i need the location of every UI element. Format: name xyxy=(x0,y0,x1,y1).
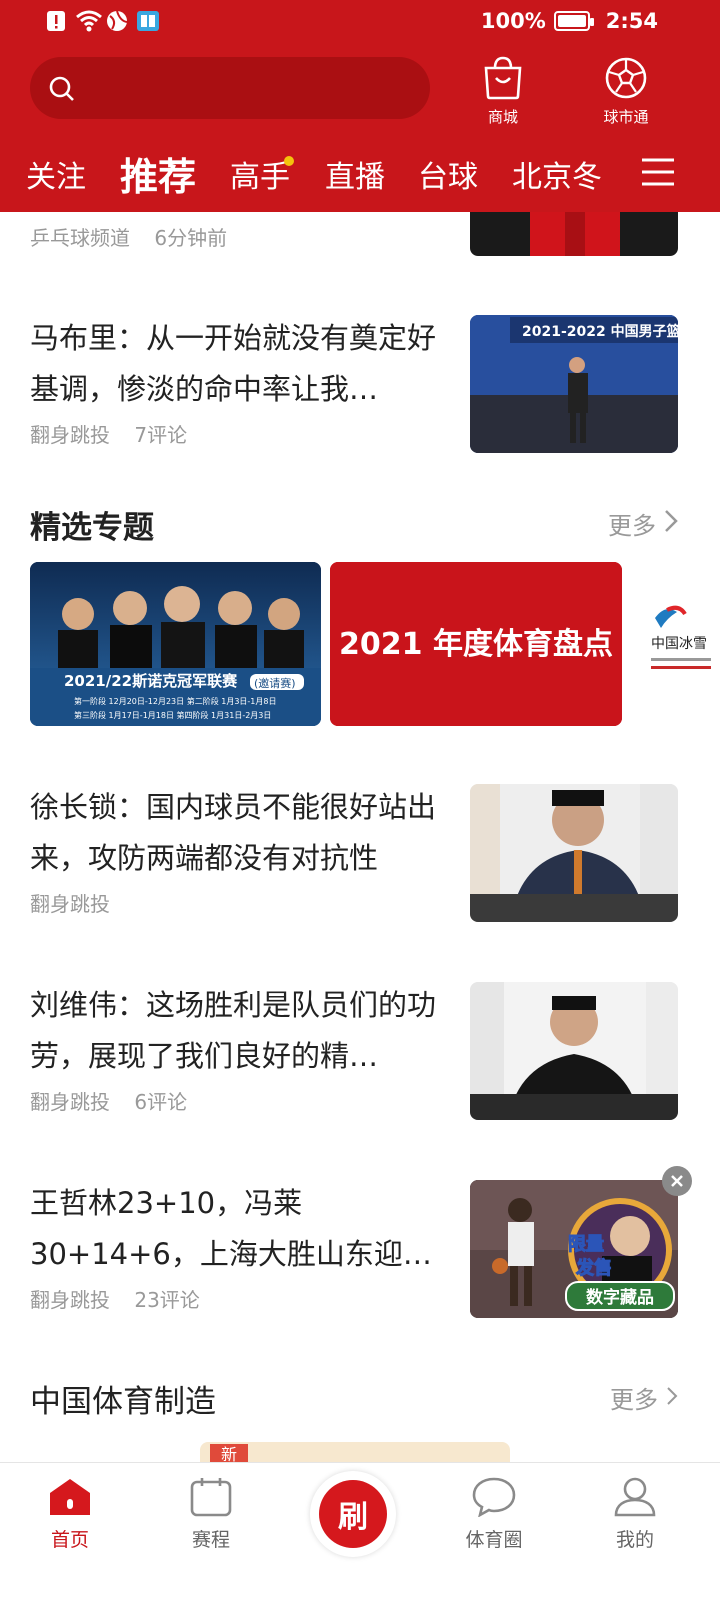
tab-experts[interactable]: 高手 xyxy=(230,152,294,196)
market-label: 球市通 xyxy=(603,108,649,126)
topic-title: 2021 年度体育盘点 xyxy=(339,627,613,662)
more-label: 更多 xyxy=(610,1386,658,1414)
item-meta: 翻身跳投 6评论 xyxy=(30,1086,187,1115)
item-title: 王哲林23+10，冯莱30+14+6，上海大胜山东迎… xyxy=(30,1186,432,1271)
item-thumbnail xyxy=(470,784,678,922)
item-title: 马布里：从一开始就没有奠定好基调，惨淡的命中率让我… xyxy=(30,321,437,406)
list-item[interactable]: 马布里：从一开始就没有奠定好基调，惨淡的命中率让我… 翻身跳投 7评论 2021… xyxy=(30,313,678,453)
list-item[interactable]: 徐长锁：国内球员不能很好站出来，攻防两端都没有对抗性 翻身跳投 xyxy=(30,782,678,922)
ad-badge: 数字藏品 xyxy=(586,1287,654,1308)
soccer-ball-icon xyxy=(604,57,648,104)
status-bar: 100% 2:54 xyxy=(0,0,720,48)
tab-recommend[interactable]: 推荐 xyxy=(120,146,196,201)
topic-card-winter[interactable]: 中国冰雪 xyxy=(631,562,720,726)
list-item[interactable]: 刘维伟：这场胜利是队员们的功劳，展现了我们良好的精… 翻身跳投 6评论 xyxy=(30,980,678,1120)
topic-schedule-row1: 第一阶段 12月20日-12月23日 第二阶段 1月3日-1月8日 xyxy=(74,696,276,706)
tab-billiards[interactable]: 台球 xyxy=(418,152,478,196)
item-time: 6分钟前 xyxy=(154,226,228,250)
shopping-bag-icon xyxy=(482,56,524,104)
battery-icon xyxy=(553,11,594,31)
alert-icon xyxy=(46,10,68,32)
more-link[interactable]: 更多 xyxy=(608,506,678,541)
close-icon[interactable] xyxy=(662,1166,692,1196)
nav-community-label: 体育圈 xyxy=(465,1529,523,1551)
topic-card-snooker[interactable]: 2021/22斯诺克冠军联赛 (邀请赛) 第一阶段 12月20日-12月23日 … xyxy=(30,562,321,726)
list-item[interactable]: 王哲林23+10，冯莱30+14+6，上海大胜山东迎… 翻身跳投 23评论 限量… xyxy=(30,1166,692,1318)
item-thumbnail xyxy=(470,982,678,1120)
section-title: 精选专题 xyxy=(30,510,154,546)
made-in-china-header: 中国体育制造 更多 xyxy=(30,1376,678,1420)
market-button[interactable]: 球市通 xyxy=(591,56,661,127)
shop-label: 商城 xyxy=(487,108,518,126)
item-comments: 23评论 xyxy=(134,1288,200,1312)
app-screen: 乒乓球频道 6分钟前 马布里：从一开始就没有奠定好基调，惨淡的命中率让我… 翻身… xyxy=(0,0,720,1600)
item-thumbnail: 2021-2022 中国男子篮球 xyxy=(470,315,678,453)
topic-title: 2021/22斯诺克冠军联赛 xyxy=(64,672,238,690)
home-icon xyxy=(48,1479,92,1521)
item-meta: 翻身跳投 xyxy=(30,888,110,917)
nav-refresh-label: 刷 xyxy=(319,1480,387,1548)
nav-profile-label: 我的 xyxy=(615,1529,654,1551)
search-bar[interactable] xyxy=(30,57,430,119)
tab-live[interactable]: 直播 xyxy=(325,152,385,196)
shop-button[interactable]: 商城 xyxy=(468,56,538,127)
channel-tabs: 关注 推荐 高手 直播 台球 北京冬 xyxy=(0,140,720,204)
section-title: 中国体育制造 xyxy=(30,1384,216,1420)
topic-schedule-row2: 第三阶段 1月17日-1月18日 第四阶段 1月31日-2月3日 xyxy=(74,710,271,720)
ad-thumbnail[interactable]: 限量 发售 数字藏品 xyxy=(470,1180,678,1318)
featured-carousel[interactable]: 2021/22斯诺克冠军联赛 (邀请赛) 第一阶段 12月20日-12月23日 … xyxy=(30,562,720,726)
search-icon xyxy=(48,75,76,107)
status-icons xyxy=(46,10,159,32)
featured-section-header: 精选专题 更多 xyxy=(30,502,678,546)
more-link[interactable]: 更多 xyxy=(610,1380,678,1415)
topic-card-year-review[interactable]: 2021 年度体育盘点 xyxy=(330,562,622,726)
item-meta: 乒乓球频道 6分钟前 xyxy=(30,222,227,251)
topic-title: 中国冰雪 xyxy=(651,636,707,652)
app-header: 100% 2:54 商城 球市通 关注 推荐 高手 直播 台球 北京冬 xyxy=(0,0,720,212)
tab-beijing-winter[interactable]: 北京冬 xyxy=(512,152,608,196)
item-meta: 翻身跳投 7评论 xyxy=(30,419,187,448)
item-source: 翻身跳投 xyxy=(30,423,110,447)
battery-percent: 100% xyxy=(480,9,546,33)
nav-home-label: 首页 xyxy=(50,1529,89,1551)
book-icon xyxy=(136,10,159,32)
tab-experts-label: 高手 xyxy=(230,160,290,195)
thumb-banner-text: 2021-2022 中国男子篮球 xyxy=(522,323,678,340)
item-source: 翻身跳投 xyxy=(30,1288,110,1312)
user-icon xyxy=(614,1477,656,1521)
nav-community[interactable]: 体育圈 xyxy=(444,1477,544,1552)
ball-icon xyxy=(106,10,128,32)
chat-bubble-icon xyxy=(472,1477,516,1521)
status-right: 100% 2:54 xyxy=(481,9,658,33)
bottom-nav: 首页 赛程 刷 体育圈 我的 xyxy=(0,1462,720,1600)
item-title: 徐长锁：国内球员不能很好站出来，攻防两端都没有对抗性 xyxy=(30,790,437,875)
more-label: 更多 xyxy=(608,512,656,540)
clock: 2:54 xyxy=(605,9,658,33)
topic-tag: (邀请赛) xyxy=(254,676,296,690)
item-meta: 翻身跳投 23评论 xyxy=(30,1284,200,1313)
item-source: 翻身跳投 xyxy=(30,892,110,916)
wifi-icon xyxy=(76,10,102,32)
item-comments: 7评论 xyxy=(134,423,188,447)
calendar-icon xyxy=(190,1478,232,1521)
nav-home[interactable]: 首页 xyxy=(20,1477,120,1552)
item-source: 乒乓球频道 xyxy=(30,226,130,250)
ad-line1: 限量 xyxy=(568,1233,604,1255)
item-comments: 6评论 xyxy=(134,1090,188,1114)
ad-line2: 发售 xyxy=(575,1257,612,1279)
menu-icon[interactable] xyxy=(640,154,676,194)
new-dot-badge xyxy=(284,156,294,166)
tab-follow[interactable]: 关注 xyxy=(26,152,86,196)
chevron-right-icon xyxy=(664,509,678,539)
chevron-right-icon xyxy=(666,1384,678,1412)
nav-profile[interactable]: 我的 xyxy=(585,1477,685,1552)
nav-refresh-button[interactable]: 刷 xyxy=(310,1471,396,1557)
nav-schedule-label: 赛程 xyxy=(191,1529,230,1551)
item-title: 刘维伟：这场胜利是队员们的功劳，展现了我们良好的精… xyxy=(30,988,437,1073)
nav-schedule[interactable]: 赛程 xyxy=(161,1477,261,1552)
item-source: 翻身跳投 xyxy=(30,1090,110,1114)
